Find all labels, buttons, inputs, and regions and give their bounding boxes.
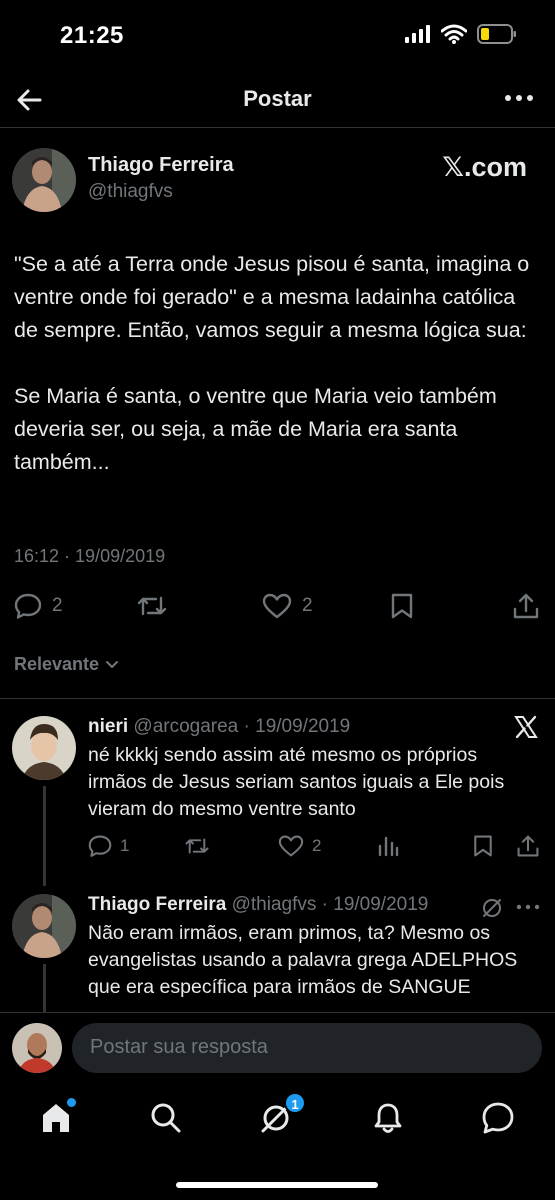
post-paragraph: "Se a até a Terra onde Jesus pisou é san… [14, 252, 530, 342]
post-actions: 2 2 [0, 592, 555, 628]
share-button[interactable] [516, 834, 540, 858]
more-options-icon[interactable] [503, 86, 535, 110]
reply-button[interactable]: 1 [88, 834, 129, 858]
share-button[interactable] [512, 592, 540, 620]
battery-icon [477, 24, 516, 44]
tab-home[interactable] [38, 1098, 76, 1136]
like-button[interactable]: 2 [262, 592, 313, 620]
bookmark-icon [391, 593, 413, 619]
bookmark-button[interactable] [390, 592, 414, 620]
tab-messages[interactable]: 1 [258, 1092, 306, 1136]
post-paragraph: Se Maria é santa, o ventre que Maria vei… [14, 384, 497, 474]
thread-line [43, 786, 46, 886]
reply-header: Thiago Ferreira @thiagfvs · 19/09/2019 [88, 894, 428, 916]
cellular-signal-icon [405, 25, 430, 43]
tab-notifications[interactable] [370, 1100, 406, 1136]
sort-label: Relevante [14, 654, 100, 674]
chevron-down-icon [106, 660, 119, 668]
chat-bubble-icon [482, 1102, 514, 1134]
reply-count: 2 [52, 595, 63, 616]
x-logo: 𝕏.com [442, 152, 527, 182]
reply-text: Não eram irmãos, eram primos, ta? Mesmo … [88, 922, 518, 998]
bell-icon [374, 1103, 402, 1133]
more-options-icon[interactable] [516, 902, 540, 912]
reply-input[interactable]: Postar sua resposta [72, 1023, 542, 1073]
reply-header: nieri @arcogarea · 19/09/2019 [88, 716, 350, 738]
reply-meta: @thiagfvs · 19/09/2019 [231, 894, 429, 915]
status-bar: 21:25 [0, 0, 555, 72]
author-name[interactable]: Thiago Ferreira [88, 154, 234, 177]
repost-icon [137, 596, 167, 616]
author-avatar[interactable] [12, 148, 76, 212]
repost-button[interactable] [184, 834, 210, 858]
x-logo-icon [514, 715, 538, 739]
share-icon [513, 593, 539, 619]
post-text: "Se a até a Terra onde Jesus pisou é san… [14, 248, 534, 512]
reply-meta: @arcogarea · 19/09/2019 [133, 716, 351, 737]
reply-text: né kkkkj sendo assim até mesmo os própri… [88, 744, 505, 820]
divider [0, 698, 555, 699]
reply-author-name[interactable]: Thiago Ferreira [88, 894, 226, 915]
home-indicator [176, 1182, 378, 1188]
repost-icon [185, 838, 209, 854]
reply-composer: Postar sua resposta [0, 1012, 555, 1086]
status-icons [405, 24, 517, 44]
analytics-icon [378, 836, 399, 857]
author-handle[interactable]: @thiagfvs [88, 181, 173, 203]
top-nav: Postar [0, 72, 555, 128]
heart-icon [262, 593, 292, 619]
reply-icon [14, 593, 42, 619]
current-user-avatar[interactable] [12, 1023, 62, 1073]
tab-search[interactable] [148, 1100, 184, 1136]
page-title: Postar [243, 86, 312, 111]
like-count: 2 [302, 595, 313, 616]
share-icon [517, 835, 539, 857]
reply-actions: 1 2 [88, 834, 543, 862]
wifi-icon [441, 24, 467, 44]
post-timestamp: 16:12 · 19/09/2019 [14, 546, 166, 566]
reply-count: 1 [120, 836, 130, 855]
notification-dot [67, 1098, 76, 1107]
reply-author-name[interactable]: nieri [88, 716, 128, 737]
status-time: 21:25 [60, 22, 124, 49]
bottom-tab-bar: 1 [0, 1086, 555, 1200]
bookmark-button[interactable] [472, 834, 494, 858]
reply-avatar[interactable] [12, 894, 76, 958]
search-icon [151, 1103, 181, 1133]
tab-chat[interactable] [480, 1100, 516, 1136]
reply-icon [88, 835, 112, 857]
sort-selector[interactable]: Relevante [14, 654, 119, 675]
repost-button[interactable] [136, 592, 168, 620]
grok-icon[interactable] [480, 896, 504, 920]
reply-button[interactable]: 2 [14, 592, 63, 620]
like-button[interactable]: 2 [278, 834, 321, 858]
views-button[interactable] [376, 834, 400, 858]
reply-avatar[interactable] [12, 716, 76, 780]
like-count: 2 [312, 836, 322, 855]
bookmark-icon [474, 835, 492, 857]
messages-badge: 1 [284, 1092, 306, 1114]
heart-icon [278, 835, 304, 857]
